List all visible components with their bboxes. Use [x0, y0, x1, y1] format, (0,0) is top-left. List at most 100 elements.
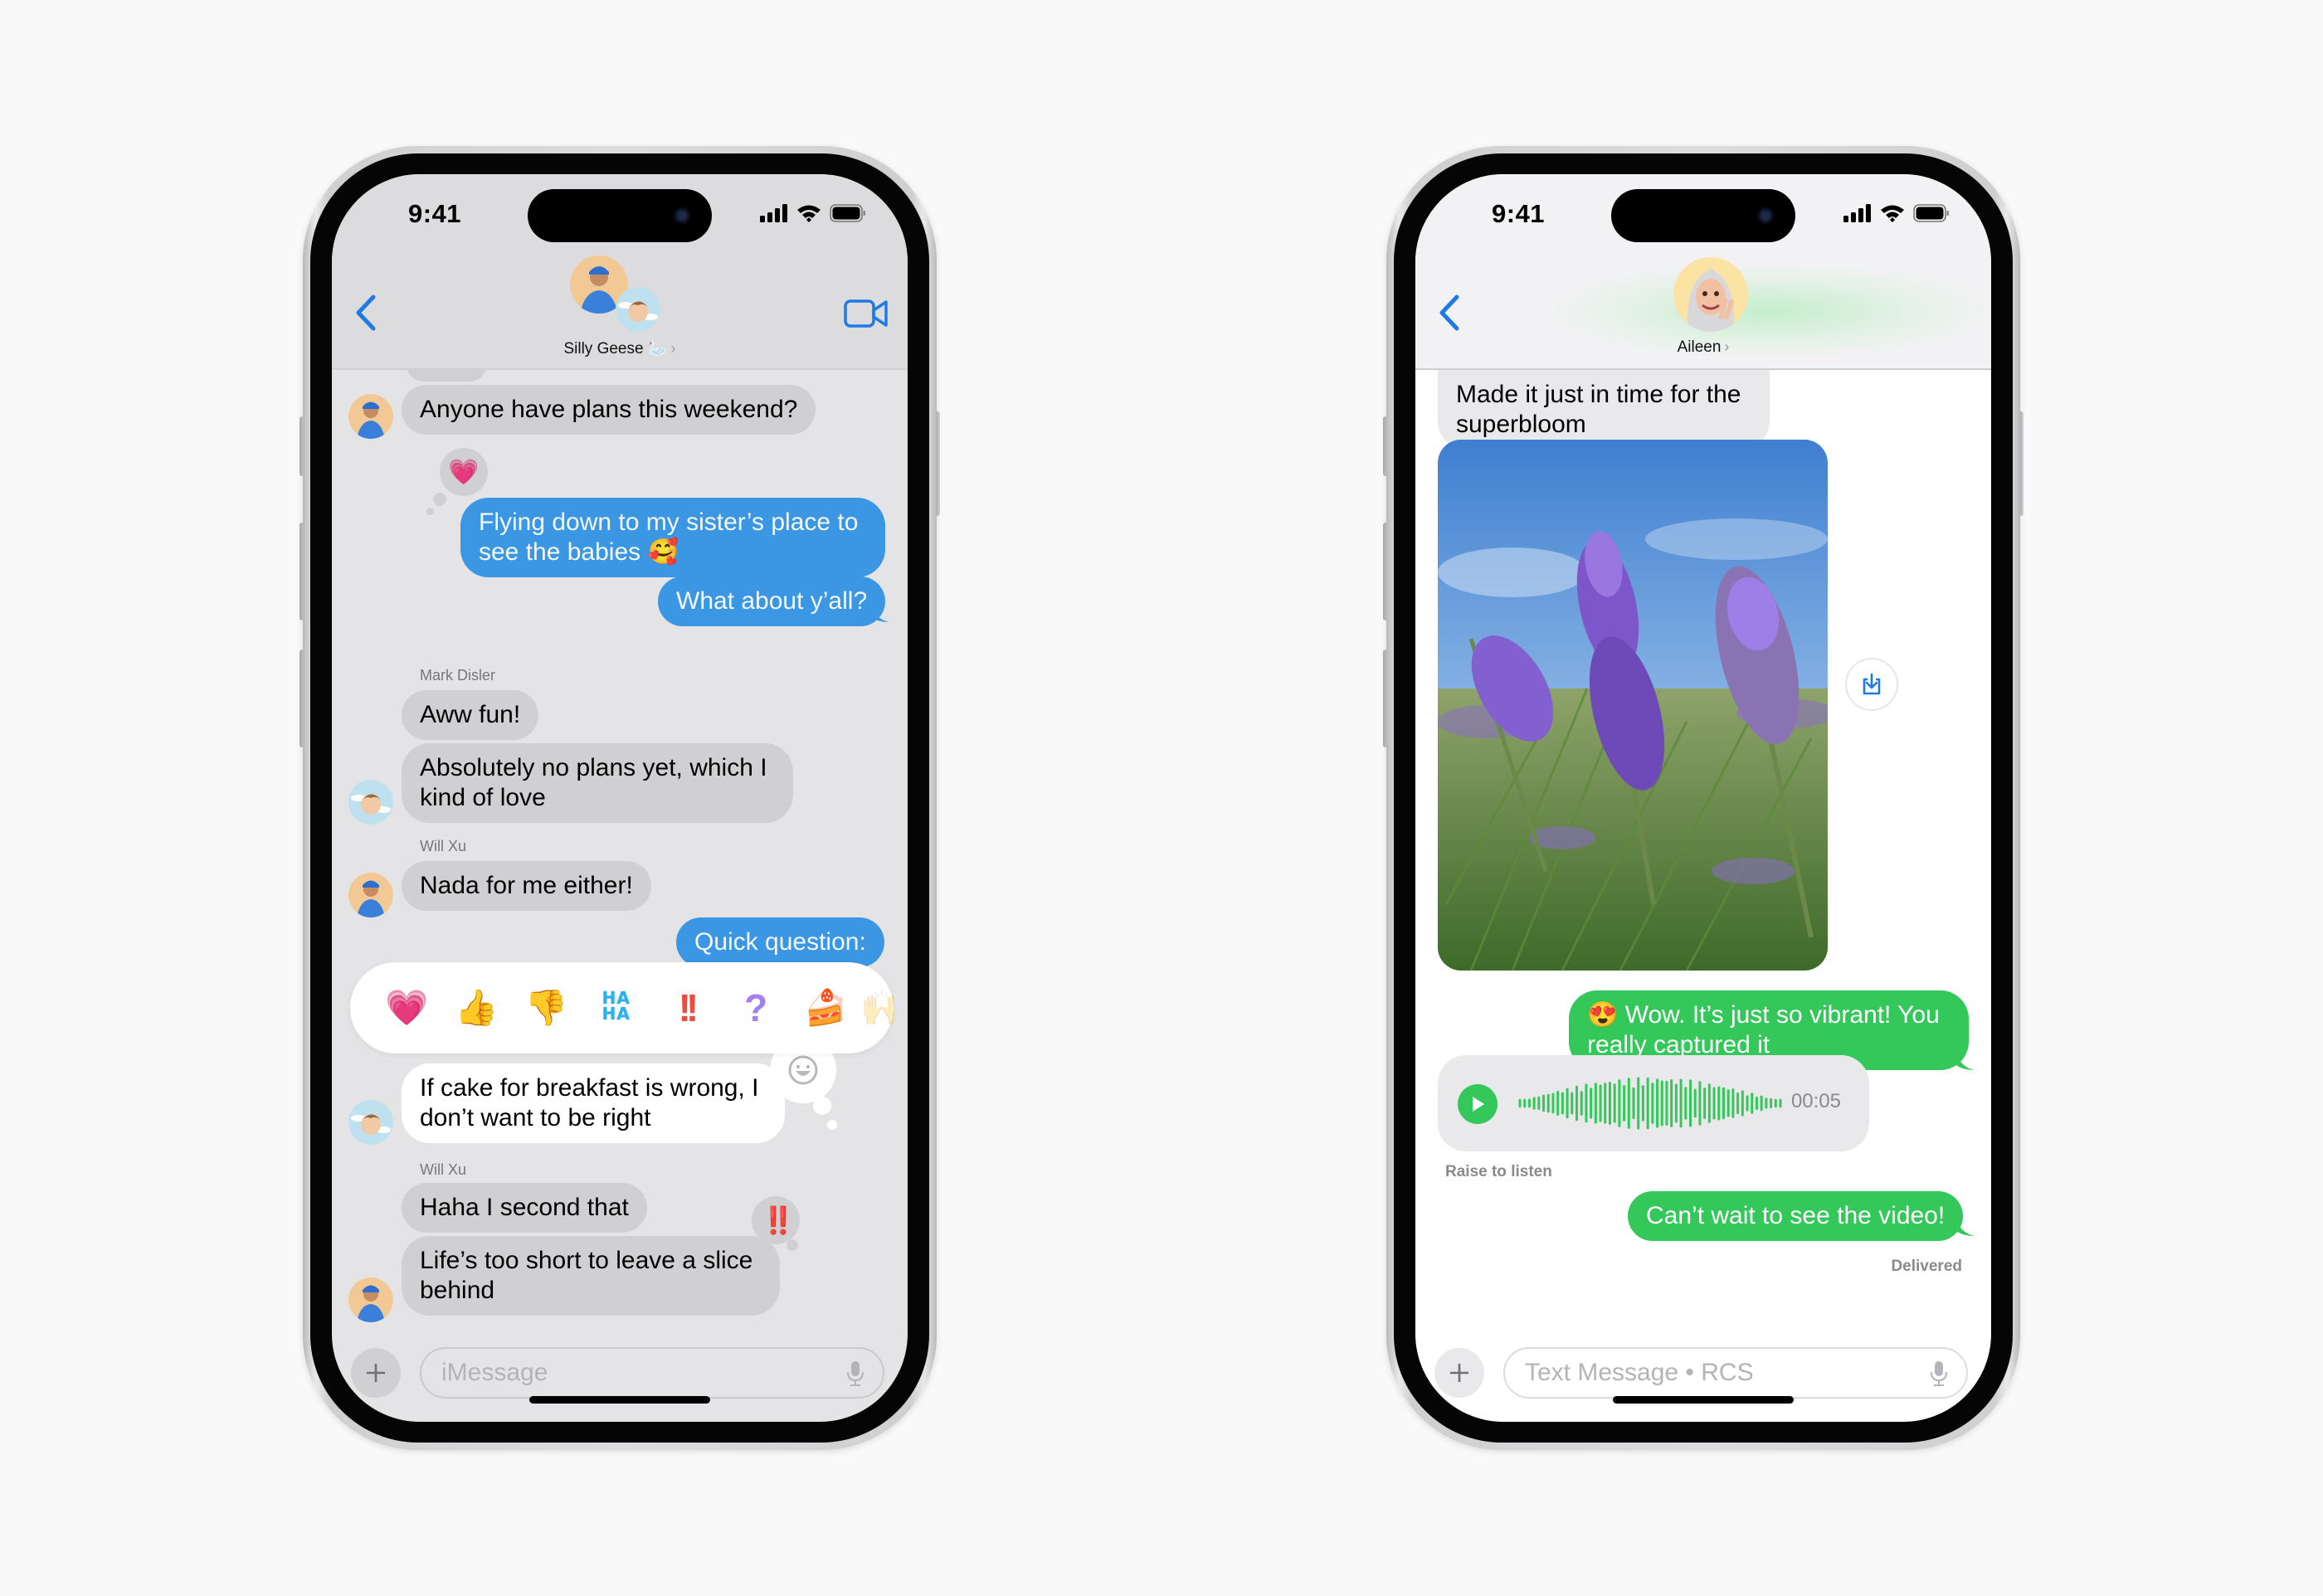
message-text: Anyone have plans this weekend?	[420, 396, 798, 423]
message-text: Nada for me either!	[420, 872, 633, 899]
status-icons	[1843, 204, 1950, 222]
save-photo-button[interactable]	[1845, 658, 1898, 711]
message-text: If cake for breakfast is wrong, I don’t …	[420, 1074, 759, 1131]
tapback-thumbs-down[interactable]: 👎	[511, 988, 581, 1029]
microphone-icon[interactable]	[1930, 1360, 1948, 1387]
photo-attachment[interactable]	[1438, 440, 1828, 971]
waveform-bar	[1641, 1085, 1644, 1122]
battery-icon	[830, 204, 865, 222]
home-indicator[interactable]	[1613, 1396, 1794, 1404]
message-bubble-received[interactable]: Life’s too short to leave a slice behind	[402, 1236, 780, 1316]
message-text: 😍 Wow. It’s just so vibrant! You really …	[1587, 1001, 1940, 1058]
conversation-title[interactable]: Silly Geese 🦢 ›	[332, 338, 908, 358]
message-bubble-received[interactable]: Nada for me either!	[402, 861, 651, 911]
play-button[interactable]	[1458, 1084, 1498, 1124]
wifi-icon	[797, 205, 821, 222]
waveform-bar	[1707, 1083, 1711, 1123]
tapback-thumbs-up[interactable]: 👍	[441, 988, 511, 1029]
plus-icon	[1450, 1364, 1468, 1382]
message-bubble-sent[interactable]: Flying down to my sister’s place to see …	[460, 498, 885, 577]
tapback-heart[interactable]: 💗	[372, 988, 441, 1029]
waveform-bar	[1556, 1091, 1560, 1116]
message-bubble-received[interactable]: Haha I second that	[402, 1183, 647, 1233]
tapback-question[interactable]: ?	[721, 985, 791, 1030]
tapback-emphasis[interactable]: !!	[651, 985, 721, 1030]
contact-name: Aileen	[1677, 338, 1722, 356]
group-avatar-secondary[interactable]	[616, 287, 660, 332]
add-attachment-button[interactable]	[351, 1348, 401, 1398]
waveform-bar	[1518, 1098, 1522, 1108]
heart-reaction-icon: 💗	[448, 458, 480, 486]
memoji-clouds-icon	[616, 287, 660, 332]
dynamic-island	[528, 189, 712, 242]
waveform-bar	[1594, 1083, 1597, 1124]
message-bubble-sent[interactable]: Can’t wait to see the video!	[1628, 1191, 1964, 1241]
thumbs-down-icon: 👎	[524, 987, 568, 1027]
status-time: 9:41	[408, 199, 462, 228]
wifi-icon	[1881, 205, 1904, 222]
cellular-signal-icon	[760, 204, 787, 222]
facetime-video-button[interactable]	[843, 297, 889, 330]
contact-avatar[interactable]	[1673, 257, 1748, 332]
waveform-bar	[1670, 1079, 1673, 1127]
waveform-bar	[1651, 1083, 1654, 1124]
message-input[interactable]: iMessage	[420, 1347, 884, 1399]
avatar[interactable]	[348, 780, 393, 825]
message-bubble-sent[interactable]: What about y’all?	[658, 577, 886, 626]
message-text: What about y’all?	[676, 587, 868, 615]
waveform-bar	[1717, 1086, 1721, 1121]
waveform-bar	[1689, 1079, 1692, 1127]
reaction-heart[interactable]: 💗	[440, 448, 488, 496]
waveform-bar	[1551, 1092, 1555, 1114]
conversation-title[interactable]: Aileen ›	[1415, 338, 1991, 357]
cake-icon: 🍰	[804, 987, 848, 1027]
tapback-haha[interactable]: HA HA	[582, 988, 651, 1028]
waveform-bar	[1623, 1085, 1626, 1122]
message-bubble-received[interactable]: Absolutely no plans yet, which I kind of…	[402, 743, 793, 823]
delivered-status: Delivered	[1891, 1258, 1962, 1275]
memoji-blue-beanie-icon	[348, 873, 393, 917]
audio-waveform[interactable]	[1517, 1075, 1783, 1131]
question-mark-icon: ?	[744, 986, 768, 1029]
waveform-bar	[1741, 1090, 1744, 1117]
waveform-bar	[1523, 1098, 1527, 1108]
goose-emoji-icon: 🦢	[647, 340, 668, 358]
waveform-bar	[1726, 1089, 1730, 1117]
audio-duration: 00:05	[1790, 1090, 1841, 1112]
waveform-bar	[1731, 1088, 1735, 1118]
back-button[interactable]	[350, 290, 383, 335]
reaction-tail-dot	[426, 508, 434, 515]
chevron-left-icon	[356, 294, 376, 331]
reaction-tail-dot	[433, 493, 446, 506]
waveform-bar	[1698, 1081, 1702, 1126]
avatar[interactable]	[348, 1100, 393, 1145]
back-button[interactable]	[1434, 290, 1467, 335]
avatar[interactable]	[348, 394, 393, 439]
waveform-bar	[1571, 1092, 1574, 1115]
add-attachment-button[interactable]	[1434, 1348, 1484, 1398]
status-icons	[760, 204, 866, 222]
message-bubble-received[interactable]: Aww fun!	[402, 690, 539, 740]
avatar[interactable]	[348, 1277, 393, 1322]
waveform-bar	[1527, 1098, 1531, 1108]
microphone-icon[interactable]	[846, 1360, 864, 1387]
audio-message[interactable]: 00:05	[1438, 1055, 1869, 1151]
waveform-bar	[1637, 1077, 1640, 1130]
memoji-clouds-icon	[348, 780, 393, 825]
waveform-bar	[1532, 1097, 1536, 1110]
lavender-photo	[1438, 440, 1828, 971]
waveform-bar	[1566, 1088, 1569, 1119]
home-indicator[interactable]	[529, 1396, 710, 1404]
message-text: Absolutely no plans yet, which I kind of…	[420, 754, 767, 811]
message-bubble-sent[interactable]: Quick question:	[676, 917, 884, 967]
avatar[interactable]	[348, 873, 393, 917]
message-bubble-received[interactable]: Anyone have plans this weekend?	[402, 385, 816, 435]
smiley-face-icon	[788, 1055, 818, 1085]
waveform-bar	[1656, 1078, 1659, 1128]
tapback-more[interactable]: 🙌	[860, 988, 894, 1029]
message-bubble-selected[interactable]: If cake for breakfast is wrong, I don’t …	[402, 1063, 785, 1143]
tapback-cake[interactable]: 🍰	[791, 988, 860, 1029]
reaction-tail-dot	[787, 1239, 798, 1251]
memoji-blue-beanie-icon	[348, 1277, 393, 1322]
message-input[interactable]: Text Message • RCS	[1503, 1347, 1968, 1399]
